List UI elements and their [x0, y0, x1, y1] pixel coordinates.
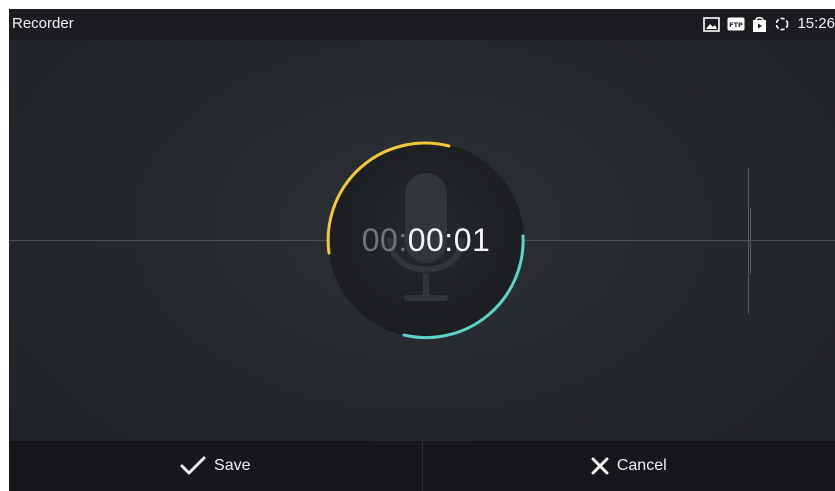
timer-hours: 00:	[361, 222, 408, 258]
status-icons: FTP 15:26	[703, 15, 835, 33]
recording-stage: 00:00:01	[9, 40, 835, 441]
ftp-icon: FTP	[727, 17, 745, 31]
image-icon	[703, 16, 721, 32]
app-title: Recorder	[12, 15, 74, 32]
status-bar: Recorder FTP 15:26	[9, 9, 835, 40]
cancel-button[interactable]: Cancel	[421, 441, 835, 491]
svg-text:FTP: FTP	[730, 21, 744, 29]
recording-timer: 00:00:01	[326, 222, 526, 258]
cancel-label: Cancel	[616, 457, 667, 474]
close-icon	[591, 457, 609, 475]
sync-icon	[774, 16, 790, 32]
checkmark-icon	[180, 456, 206, 476]
save-label: Save	[214, 457, 251, 474]
timer-elapsed: 00:01	[407, 222, 491, 258]
waveform-peak	[748, 168, 749, 314]
store-icon	[752, 16, 767, 33]
status-clock: 15:26	[797, 15, 835, 32]
save-button[interactable]: Save	[9, 441, 422, 491]
recorder-app: Recorder FTP 15:26 00:00:01 Save Cancel	[9, 9, 835, 491]
recording-dial: 00:00:01	[326, 140, 526, 340]
waveform-peak	[750, 208, 751, 274]
action-bar: Save Cancel	[9, 441, 835, 491]
